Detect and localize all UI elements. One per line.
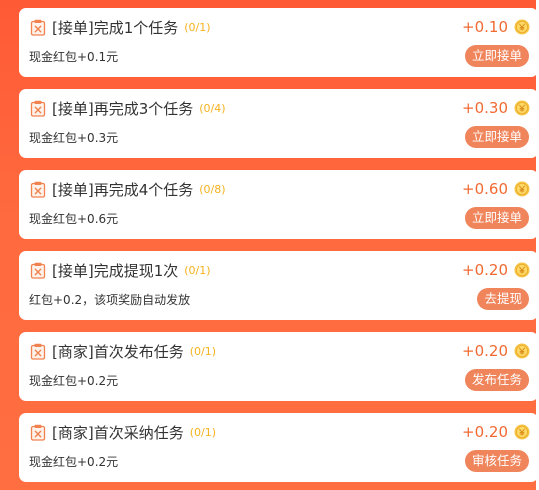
task-description: 现金红包+0.2元 (29, 454, 119, 469)
task-card: [接单]再完成3个任务 (0/4) +0.30 现金红包+0.3元 立即接单 (19, 89, 538, 158)
task-progress: (0/4) (199, 101, 226, 115)
coin-icon (514, 424, 530, 440)
task-title: [商家]首次采纳任务 (52, 423, 184, 442)
task-title: [接单]完成1个任务 (52, 18, 179, 37)
task-header: [接单]再完成3个任务 (0/4) +0.30 (29, 96, 530, 120)
task-description: 现金红包+0.3元 (29, 130, 119, 145)
task-title: [接单]完成提现1次 (52, 261, 179, 280)
coin-icon (514, 343, 530, 359)
task-header: [商家]首次发布任务 (0/1) +0.20 (29, 339, 530, 363)
task-reward: +0.20 (462, 342, 508, 360)
task-title: [商家]首次发布任务 (52, 342, 184, 361)
task-footer: 现金红包+0.6元 立即接单 (29, 206, 529, 230)
coin-icon (514, 262, 530, 278)
task-reward: +0.10 (462, 18, 508, 36)
task-clipboard-icon (29, 261, 47, 279)
task-card: [商家]首次发布任务 (0/1) +0.20 现金红包+0.2元 发布任务 (19, 332, 538, 401)
task-card: [接单]完成提现1次 (0/1) +0.20 红包+0.2，该项奖励自动发放 去… (19, 251, 538, 320)
task-clipboard-icon (29, 99, 47, 117)
task-description: 现金红包+0.1元 (29, 49, 119, 64)
task-reward: +0.60 (462, 180, 508, 198)
task-action-button[interactable]: 审核任务 (464, 450, 529, 472)
task-card: [接单]完成1个任务 (0/1) +0.10 现金红包+0.1元 立即接单 (19, 8, 538, 77)
task-reward: +0.20 (462, 423, 508, 441)
task-action-button[interactable]: 去提现 (477, 288, 529, 310)
task-action-button[interactable]: 发布任务 (464, 369, 529, 391)
task-action-button[interactable]: 立即接单 (464, 45, 529, 67)
task-description: 现金红包+0.6元 (29, 211, 119, 226)
task-description: 现金红包+0.2元 (29, 373, 119, 388)
coin-icon (514, 19, 530, 35)
task-header: [接单]再完成4个任务 (0/8) +0.60 (29, 177, 530, 201)
task-footer: 现金红包+0.1元 立即接单 (29, 44, 529, 68)
task-action-button[interactable]: 立即接单 (464, 126, 529, 148)
task-action-button[interactable]: 立即接单 (464, 207, 529, 229)
task-footer: 现金红包+0.3元 立即接单 (29, 125, 529, 149)
coin-icon (514, 100, 530, 116)
task-clipboard-icon (29, 423, 47, 441)
task-progress: (0/8) (199, 182, 226, 196)
task-card: [商家]首次采纳任务 (0/1) +0.20 现金红包+0.2元 审核任务 (19, 413, 538, 482)
task-reward: +0.30 (462, 99, 508, 117)
task-title: [接单]再完成3个任务 (52, 99, 194, 118)
task-progress: (0/1) (189, 344, 217, 358)
task-header: [接单]完成提现1次 (0/1) +0.20 (29, 258, 530, 282)
task-reward: +0.20 (462, 261, 508, 279)
task-progress: (0/1) (184, 263, 211, 277)
task-clipboard-icon (29, 342, 47, 360)
task-header: [商家]首次采纳任务 (0/1) +0.20 (29, 420, 530, 444)
task-header: [接单]完成1个任务 (0/1) +0.10 (29, 15, 530, 39)
task-footer: 红包+0.2，该项奖励自动发放 去提现 (29, 287, 529, 311)
task-clipboard-icon (29, 180, 47, 198)
task-list-panel: [接单]完成1个任务 (0/1) +0.10 现金红包+0.1元 立即接单 [接… (0, 0, 539, 490)
task-footer: 现金红包+0.2元 发布任务 (29, 368, 529, 392)
task-progress: (0/1) (189, 425, 217, 439)
task-description: 红包+0.2，该项奖励自动发放 (29, 292, 191, 307)
task-card: [接单]再完成4个任务 (0/8) +0.60 现金红包+0.6元 立即接单 (19, 170, 538, 239)
task-progress: (0/1) (184, 20, 211, 34)
task-clipboard-icon (29, 18, 47, 36)
coin-icon (514, 181, 530, 197)
task-footer: 现金红包+0.2元 审核任务 (29, 449, 529, 473)
task-title: [接单]再完成4个任务 (52, 180, 194, 199)
